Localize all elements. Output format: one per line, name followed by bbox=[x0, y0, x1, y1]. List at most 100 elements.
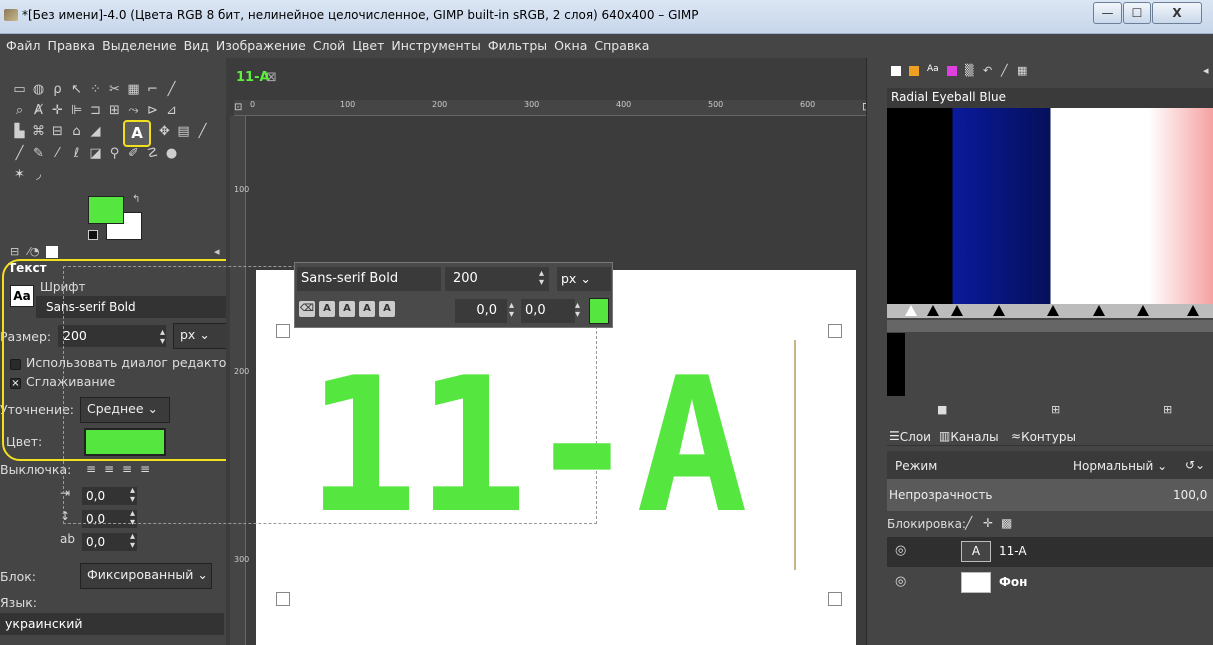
foreground-color-swatch[interactable] bbox=[88, 196, 124, 224]
undo-history-tab-icon[interactable]: ↶ bbox=[983, 64, 992, 77]
layer-row[interactable]: ◎ Фон bbox=[887, 568, 1213, 598]
quick-mask-icon[interactable]: ⊡ bbox=[234, 100, 246, 116]
gradient-tool-icon[interactable]: ◢ bbox=[86, 122, 105, 142]
scissors-tool-icon[interactable]: ↖ bbox=[67, 80, 86, 100]
gradient-scrollbar[interactable] bbox=[887, 320, 1213, 332]
patterns-tab-icon[interactable] bbox=[909, 66, 919, 76]
gradient-stop-marker[interactable] bbox=[993, 305, 1005, 316]
mypaint-tool-icon[interactable]: ◪ bbox=[86, 144, 105, 164]
letter-spacing-spinner[interactable]: ▴ ▾ bbox=[130, 532, 135, 551]
new-gradient-icon[interactable]: ⊞ bbox=[1051, 403, 1060, 416]
gradient-preview[interactable] bbox=[887, 108, 1213, 304]
canvas-text-content[interactable]: 11-A bbox=[306, 353, 748, 539]
tab-paths[interactable]: ≈ Контуры bbox=[1011, 429, 1076, 444]
paint-dynamics-tab-icon[interactable]: ╱ bbox=[1001, 64, 1008, 77]
foreground-select-tool-icon[interactable]: ⌐ bbox=[143, 80, 162, 100]
unified-transform-tool-icon[interactable]: ⊞ bbox=[105, 101, 124, 121]
fuzzy-select-tool-icon[interactable]: ⁘ bbox=[86, 80, 105, 100]
blur-tool-icon[interactable]: ◞ bbox=[29, 165, 48, 185]
menu-image[interactable]: Изображение bbox=[210, 34, 307, 58]
flip-tool-icon[interactable]: ⊳ bbox=[143, 101, 162, 121]
ink-tool-icon[interactable]: ℓ bbox=[67, 144, 86, 164]
clear-style-icon[interactable]: ⌫ bbox=[299, 301, 315, 317]
bold-icon[interactable]: A bbox=[319, 301, 335, 317]
free-select-tool-icon[interactable]: ρ bbox=[48, 80, 67, 100]
maximize-button[interactable]: ☐ bbox=[1123, 2, 1151, 24]
paintbrush-tool-icon[interactable]: ╱ bbox=[10, 144, 29, 164]
color-picker-tool-icon[interactable]: ✶ bbox=[10, 165, 29, 185]
letter-spacing-input[interactable]: 0,0 bbox=[82, 533, 137, 551]
resize-handle-top-left[interactable] bbox=[276, 324, 290, 338]
smudge-tool-icon[interactable]: ☡ bbox=[143, 144, 162, 164]
heal-tool-icon[interactable]: ✐ bbox=[124, 144, 143, 164]
gradient-stop-marker[interactable] bbox=[1187, 305, 1199, 316]
resize-handle-bottom-left[interactable] bbox=[276, 592, 290, 606]
move-tool-icon[interactable]: ✛ bbox=[48, 101, 67, 121]
panel-menu-icon[interactable]: ◂ bbox=[214, 245, 220, 258]
transform-tool-icon[interactable]: ⊐ bbox=[86, 101, 105, 121]
paths-tool-icon[interactable]: ╱ bbox=[162, 80, 181, 100]
align-tool-icon[interactable]: ⊫ bbox=[67, 101, 86, 121]
edit-gradient-icon[interactable]: ■ bbox=[937, 403, 947, 416]
bucket-tool-icon[interactable]: ▙ bbox=[10, 122, 29, 142]
baseline-input[interactable]: 0,0 bbox=[455, 299, 507, 323]
refresh-gradients-icon[interactable]: ⊞ bbox=[1163, 403, 1172, 416]
tool-options-tab-icon[interactable]: ⊟ bbox=[10, 245, 19, 258]
gradient-stop-marker[interactable] bbox=[951, 305, 963, 316]
dock-menu-icon[interactable]: ◂ bbox=[1203, 64, 1209, 77]
horizontal-ruler[interactable]: 0 100 200 300 400 500 600 bbox=[234, 100, 866, 116]
menu-help[interactable]: Справка bbox=[588, 34, 650, 58]
menu-layer[interactable]: Слой bbox=[307, 34, 347, 58]
clone-tool-icon[interactable]: ⚲ bbox=[105, 144, 124, 164]
gradients-tab-icon[interactable]: ▒ bbox=[965, 64, 973, 77]
device-status-tab-icon[interactable]: ⁄◔ bbox=[28, 245, 39, 258]
gradient-stop-marker[interactable] bbox=[1047, 305, 1059, 316]
zoom-tool-icon[interactable]: ⌕ bbox=[10, 101, 29, 121]
perspective-tool-icon[interactable]: ⊿ bbox=[162, 101, 181, 121]
lock-position-icon[interactable]: ✛ bbox=[983, 516, 993, 530]
menu-filters[interactable]: Фильтры bbox=[482, 34, 548, 58]
color-swatches[interactable]: ↰ bbox=[88, 194, 146, 242]
rect-select-tool-icon[interactable]: ▭ bbox=[10, 80, 29, 100]
menu-tools[interactable]: Инструменты bbox=[385, 34, 481, 58]
menu-windows[interactable]: Окна bbox=[548, 34, 588, 58]
brushes-tab-icon[interactable] bbox=[891, 66, 901, 76]
kerning-spinner[interactable]: ▴ ▾ bbox=[575, 301, 580, 320]
style-editor-size-spinner[interactable]: ▴ ▾ bbox=[539, 269, 544, 288]
tab-channels[interactable]: ▥ Каналы bbox=[939, 429, 999, 444]
menu-file[interactable]: Файл bbox=[0, 34, 42, 58]
text-tool-button[interactable]: A bbox=[123, 120, 151, 147]
baseline-spinner[interactable]: ▴ ▾ bbox=[509, 301, 514, 320]
language-input[interactable]: украинский bbox=[0, 613, 224, 635]
mode-reset-icon[interactable]: ↺⌄ bbox=[1185, 458, 1205, 472]
image-tab[interactable]: 11-A ⊠ bbox=[232, 64, 292, 98]
pattern-fill-tool-icon[interactable]: ▤ bbox=[174, 122, 193, 142]
eraser-tool-icon[interactable]: ✎ bbox=[29, 144, 48, 164]
resize-handle-bottom-right[interactable] bbox=[828, 592, 842, 606]
menu-select[interactable]: Выделение bbox=[96, 34, 177, 58]
gradient-stop-marker[interactable] bbox=[927, 305, 939, 316]
pencil-tool-icon[interactable]: ╱ bbox=[193, 122, 212, 142]
lock-pixels-icon[interactable]: ╱ bbox=[965, 516, 972, 530]
resize-handle-top-right[interactable] bbox=[828, 324, 842, 338]
style-editor-font-input[interactable]: Sans-serif Bold bbox=[297, 267, 441, 291]
cage-tool-icon[interactable]: ⌘ bbox=[29, 122, 48, 142]
layer-row[interactable]: ◎ A 11-A bbox=[887, 537, 1213, 567]
swap-colors-icon[interactable]: ↰ bbox=[132, 194, 140, 205]
visibility-eye-icon[interactable]: ◎ bbox=[895, 543, 906, 558]
reset-colors-icon[interactable] bbox=[88, 230, 98, 240]
strikethrough-icon[interactable]: A bbox=[379, 301, 395, 317]
lock-alpha-icon[interactable]: ▩ bbox=[1001, 516, 1012, 530]
visibility-eye-icon[interactable]: ◎ bbox=[895, 574, 906, 589]
gradient-stop-marker[interactable] bbox=[905, 305, 917, 316]
tab-close-icon[interactable]: ⊠ bbox=[266, 70, 277, 85]
opacity-slider[interactable]: Непрозрачность 100,0 bbox=[887, 479, 1213, 511]
italic-icon[interactable]: A bbox=[339, 301, 355, 317]
palettes-tab-icon[interactable] bbox=[947, 66, 957, 76]
color-select-tool-icon[interactable]: ▦ bbox=[124, 80, 143, 100]
menu-edit[interactable]: Правка bbox=[42, 34, 97, 58]
minimize-button[interactable]: — bbox=[1093, 2, 1122, 24]
handle-tool-icon[interactable]: ⊟ bbox=[48, 122, 67, 142]
crop-tool-icon[interactable]: ✂ bbox=[105, 80, 124, 100]
warp-transform-tool-icon[interactable]: ⌂ bbox=[67, 122, 86, 142]
